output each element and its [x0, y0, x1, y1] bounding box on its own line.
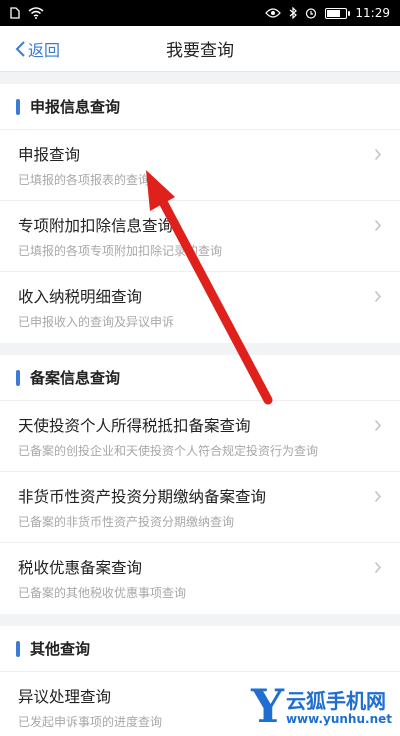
item-title: 申报查询 [18, 146, 81, 164]
alarm-icon [305, 7, 317, 19]
watermark-letter: Y [251, 679, 284, 733]
section-filing-query: 备案信息查询 天使投资个人所得税抵扣备案查询 已备案的创投企业和天使投资个人符合… [0, 355, 400, 614]
section-title: 备案信息查询 [30, 369, 121, 387]
item-subtitle: 已备案的创投企业和天使投资个人符合规定投资行为查询 [18, 444, 319, 458]
section-declaration-query: 申报信息查询 申报查询 已填报的各项报表的查询 专项附加扣除信息查询 已填报的各… [0, 84, 400, 343]
list-item-angel-investment-filing-query[interactable]: 天使投资个人所得税抵扣备案查询 已备案的创投企业和天使投资个人符合规定投资行为查… [0, 401, 400, 472]
chevron-right-icon [374, 490, 382, 503]
section-accent-bar [16, 640, 20, 657]
list-item-declaration-query[interactable]: 申报查询 已填报的各项报表的查询 [0, 130, 400, 201]
section-spacer [0, 343, 400, 355]
section-accent-bar [16, 369, 20, 386]
chevron-right-icon [374, 219, 382, 232]
item-subtitle: 已填报的各项专项附加扣除记录的查询 [18, 244, 223, 258]
status-time: 11:29 [355, 6, 390, 20]
item-subtitle: 已申报收入的查询及异议申诉 [18, 315, 175, 329]
watermark-url: www.yunhu.net [285, 712, 392, 726]
item-subtitle: 已备案的其他税收优惠事项查询 [18, 586, 187, 600]
item-title: 税收优惠备案查询 [18, 559, 143, 577]
watermark-logo: Y 云狐手机网 www.yunhu.net [251, 679, 392, 733]
chevron-right-icon [374, 148, 382, 161]
section-spacer [0, 614, 400, 626]
page-title: 我要查询 [166, 41, 234, 61]
navigation-bar: 返回 我要查询 [0, 26, 400, 72]
back-button-label: 返回 [28, 41, 61, 60]
list-item-tax-preference-filing-query[interactable]: 税收优惠备案查询 已备案的其他税收优惠事项查询 [0, 543, 400, 614]
item-title: 非货币性资产投资分期缴纳备案查询 [18, 488, 267, 506]
list-item-income-tax-detail-query[interactable]: 收入纳税明细查询 已申报收入的查询及异议申诉 [0, 272, 400, 343]
wifi-icon [28, 7, 44, 19]
section-spacer [0, 72, 400, 84]
section-title: 其他查询 [30, 640, 91, 658]
section-accent-bar [16, 98, 20, 115]
back-button[interactable]: 返回 [14, 26, 60, 72]
item-subtitle: 已备案的非货币性资产投资分期缴纳查询 [18, 515, 235, 529]
section-title: 申报信息查询 [30, 98, 121, 116]
section-header: 申报信息查询 [0, 84, 400, 130]
chevron-left-icon [15, 41, 25, 57]
item-title: 专项附加扣除信息查询 [18, 217, 174, 235]
section-header: 其他查询 [0, 626, 400, 672]
eye-comfort-icon [265, 8, 282, 18]
list-item-non-monetary-asset-filing-query[interactable]: 非货币性资产投资分期缴纳备案查询 已备案的非货币性资产投资分期缴纳查询 [0, 472, 400, 543]
section-header: 备案信息查询 [0, 355, 400, 401]
item-subtitle: 已填报的各项报表的查询 [18, 173, 151, 187]
watermark-name: 云狐手机网 [285, 689, 386, 713]
item-title: 收入纳税明细查询 [18, 288, 143, 306]
chevron-right-icon [374, 290, 382, 303]
chevron-right-icon [374, 561, 382, 574]
list-item-special-deduction-query[interactable]: 专项附加扣除信息查询 已填报的各项专项附加扣除记录的查询 [0, 201, 400, 272]
notification-icon [10, 7, 20, 19]
bluetooth-icon [289, 7, 298, 19]
status-bar: 11:29 [0, 0, 400, 26]
chevron-right-icon [374, 419, 382, 432]
battery-icon [325, 7, 351, 19]
item-title: 天使投资个人所得税抵扣备案查询 [18, 417, 251, 435]
